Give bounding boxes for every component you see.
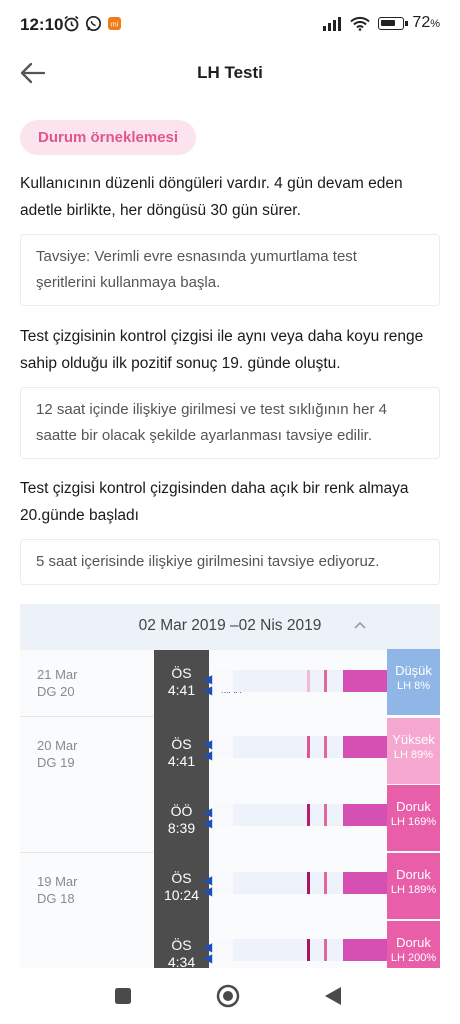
system-nav-bar [0,968,460,1024]
battery-icon [378,16,409,30]
arrow-left-icon: ◀ ◀ [203,940,213,965]
result-badge: Düşük LH 8% [387,649,440,715]
wifi-icon [350,16,371,31]
test-time: ÖÖ 8:39 [167,803,196,836]
result-window [343,939,387,961]
test-time: ÖS 4:41 [167,665,196,698]
result-window [343,670,387,692]
arrow-left-icon: ◀ ◀ [203,737,213,762]
result-badge: Doruk LH 169% [387,785,440,851]
result-window [343,736,387,758]
advice-box: 12 saat içinde ilişkiye girilmesi ve tes… [20,387,440,459]
test-time: ÖS 4:41 [167,736,196,769]
row-divider [20,716,154,717]
control-line [324,736,327,758]
status-time: 12:10 [20,15,64,34]
arrow-left-icon: ◀ ◀ [203,805,213,830]
test-line [307,939,310,961]
recent-apps-icon[interactable] [114,987,132,1005]
day-label: 19 Mar DG 18 [37,874,78,906]
result-badge: Doruk LH 200% [387,921,440,968]
test-line [307,872,310,894]
test-strip [213,939,387,961]
lighter-line-paragraph: Test çizgisi kontrol çizgisinden daha aç… [20,480,409,524]
test-line [307,736,310,758]
arrow-left-icon: ◀ ◀ [203,672,213,697]
status-bar: 12:10 mi 72% [0,0,460,48]
arrow-left-icon: ◀ ◀ [203,873,213,898]
result-badge: Doruk LH 189% [387,853,440,919]
advice-box: 5 saat içerisinde ilişkiye girilmesini t… [20,539,440,585]
result-window [343,872,387,894]
test-results-panel: 02 Mar 2019 –02 Nis 2019 21 Mar DG 20 20… [20,604,440,968]
battery-tip [405,20,409,26]
control-line [324,804,327,826]
control-line [324,872,327,894]
section-tag: Durum örneklemesi [20,120,197,155]
test-line [307,670,310,692]
battery-fill [381,19,396,26]
day-label: 20 Mar DG 19 [37,738,78,770]
svg-text:mi: mi [111,22,119,29]
test-strip [213,736,387,758]
alarm-icon [64,15,79,32]
chevron-up-icon[interactable] [353,620,367,630]
test-strip [213,804,387,826]
app-notification-icon: mi [108,17,121,30]
control-line [324,939,327,961]
day-label: 21 Mar DG 20 [37,667,78,699]
page-title: LH Testi [197,63,263,82]
date-range-header[interactable]: 02 Mar 2019 –02 Nis 2019 [20,604,440,650]
description-paragraph: Kullanıcının düzenli döngüleri vardır. 4… [20,175,403,219]
control-line [324,670,327,692]
test-time: ÖS 4:34 [167,937,196,968]
back-triangle-icon[interactable] [324,986,342,1006]
first-positive-paragraph: Test çizgisinin kontrol çizgisi ile aynı… [20,328,424,372]
whatsapp-icon [85,15,102,32]
test-strip [213,670,387,692]
advice-box: Tavsiye: Verimli evre esnasında yumurtla… [20,234,440,306]
app-bar: LH Testi [0,48,460,100]
test-time: ÖS 10:24 [163,870,200,903]
result-badge: Yüksek LH 89% [387,718,440,784]
signal-icon [323,16,342,31]
test-line [307,804,310,826]
home-icon[interactable] [216,984,240,1008]
result-window [343,804,387,826]
date-range: 02 Mar 2019 –02 Nis 2019 [138,617,322,634]
row-divider [20,852,154,853]
battery-percent: 72% [412,14,440,31]
test-strip [213,872,387,894]
